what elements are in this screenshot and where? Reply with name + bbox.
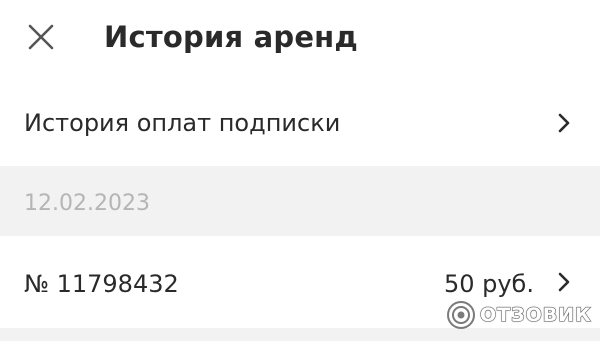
close-button[interactable] — [22, 18, 60, 56]
top-bar: История аренд — [0, 0, 600, 80]
chevron-right-icon — [554, 270, 574, 294]
rental-date: 12.02.2023 — [24, 191, 150, 216]
date-section-header: 12.02.2023 — [0, 166, 600, 236]
watermark-text: ОТЗОВИК — [479, 303, 592, 326]
subscription-history-label: История оплат подписки — [24, 109, 341, 137]
subscription-history-row[interactable]: История оплат подписки — [0, 82, 600, 166]
close-icon — [28, 24, 54, 50]
chevron-right-icon — [554, 111, 574, 135]
page-title: История аренд — [104, 20, 359, 54]
otzovik-logo-icon — [447, 301, 475, 329]
watermark: ОТЗОВИК — [446, 296, 596, 334]
order-number: № 11798432 — [24, 270, 179, 298]
